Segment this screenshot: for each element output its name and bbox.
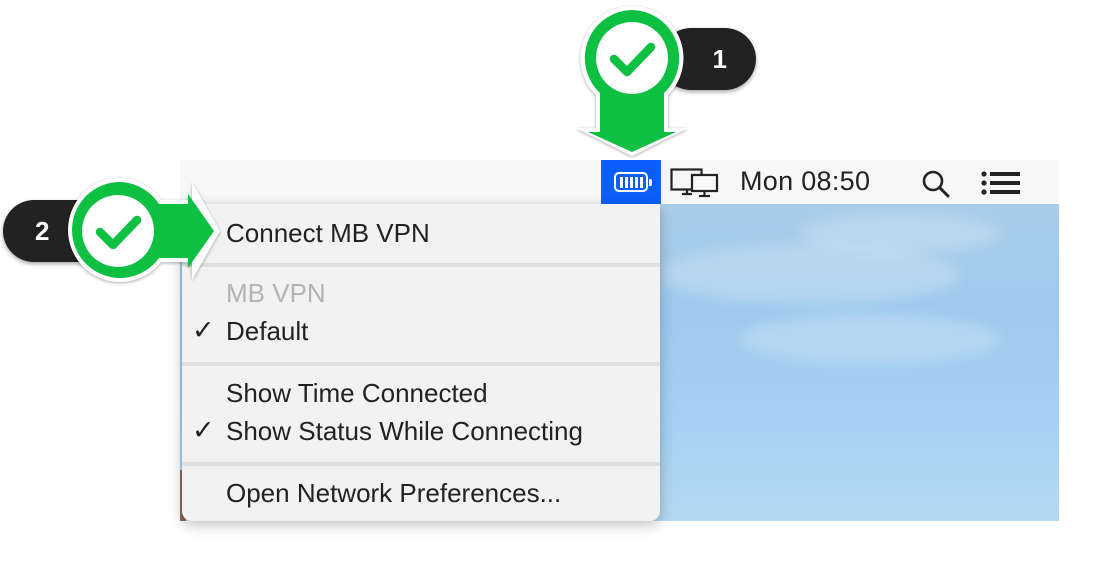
menu-item-default[interactable]: ✓ Default — [182, 314, 660, 352]
menu-section-header: MB VPN — [182, 276, 660, 314]
search-icon[interactable] — [920, 168, 952, 200]
menu-separator — [182, 263, 660, 267]
checkmark-icon: ✓ — [192, 415, 215, 445]
checkmark-icon: ✓ — [192, 315, 215, 345]
vpn-dropdown-menu: Connect MB VPN MB VPN ✓ Default Show Tim… — [182, 204, 660, 521]
menubar-clock[interactable]: Mon 08:50 — [740, 166, 870, 197]
menu-separator — [182, 362, 660, 366]
menu-item-label: Show Time Connected — [226, 378, 488, 408]
callout-pin-1 — [576, 6, 688, 156]
tutorial-screenshot: Mon 08:50 Connect MB VPN MB VPN ✓ Defaul… — [0, 0, 1100, 562]
display-icon[interactable] — [670, 168, 720, 198]
menu-item-label: Connect MB VPN — [226, 218, 430, 248]
menu-item-label: Open Network Preferences... — [226, 478, 562, 508]
battery-icon — [614, 172, 652, 192]
vpn-status-item[interactable] — [601, 160, 661, 204]
menu-separator — [182, 462, 660, 466]
callout-pin-2 — [68, 177, 220, 282]
step-number: 1 — [712, 43, 727, 74]
menu-item-show-status[interactable]: ✓ Show Status While Connecting — [182, 414, 660, 452]
menu-section-label: MB VPN — [226, 278, 326, 308]
menu-item-label: Show Status While Connecting — [226, 416, 583, 446]
menu-item-show-time[interactable]: Show Time Connected — [182, 376, 660, 414]
list-icon[interactable] — [980, 170, 1022, 196]
menu-item-label: Default — [226, 316, 309, 346]
menu-item-open-network-prefs[interactable]: Open Network Preferences... — [182, 476, 660, 514]
step-number: 2 — [35, 215, 50, 246]
menu-item-connect[interactable]: Connect MB VPN — [182, 216, 660, 254]
